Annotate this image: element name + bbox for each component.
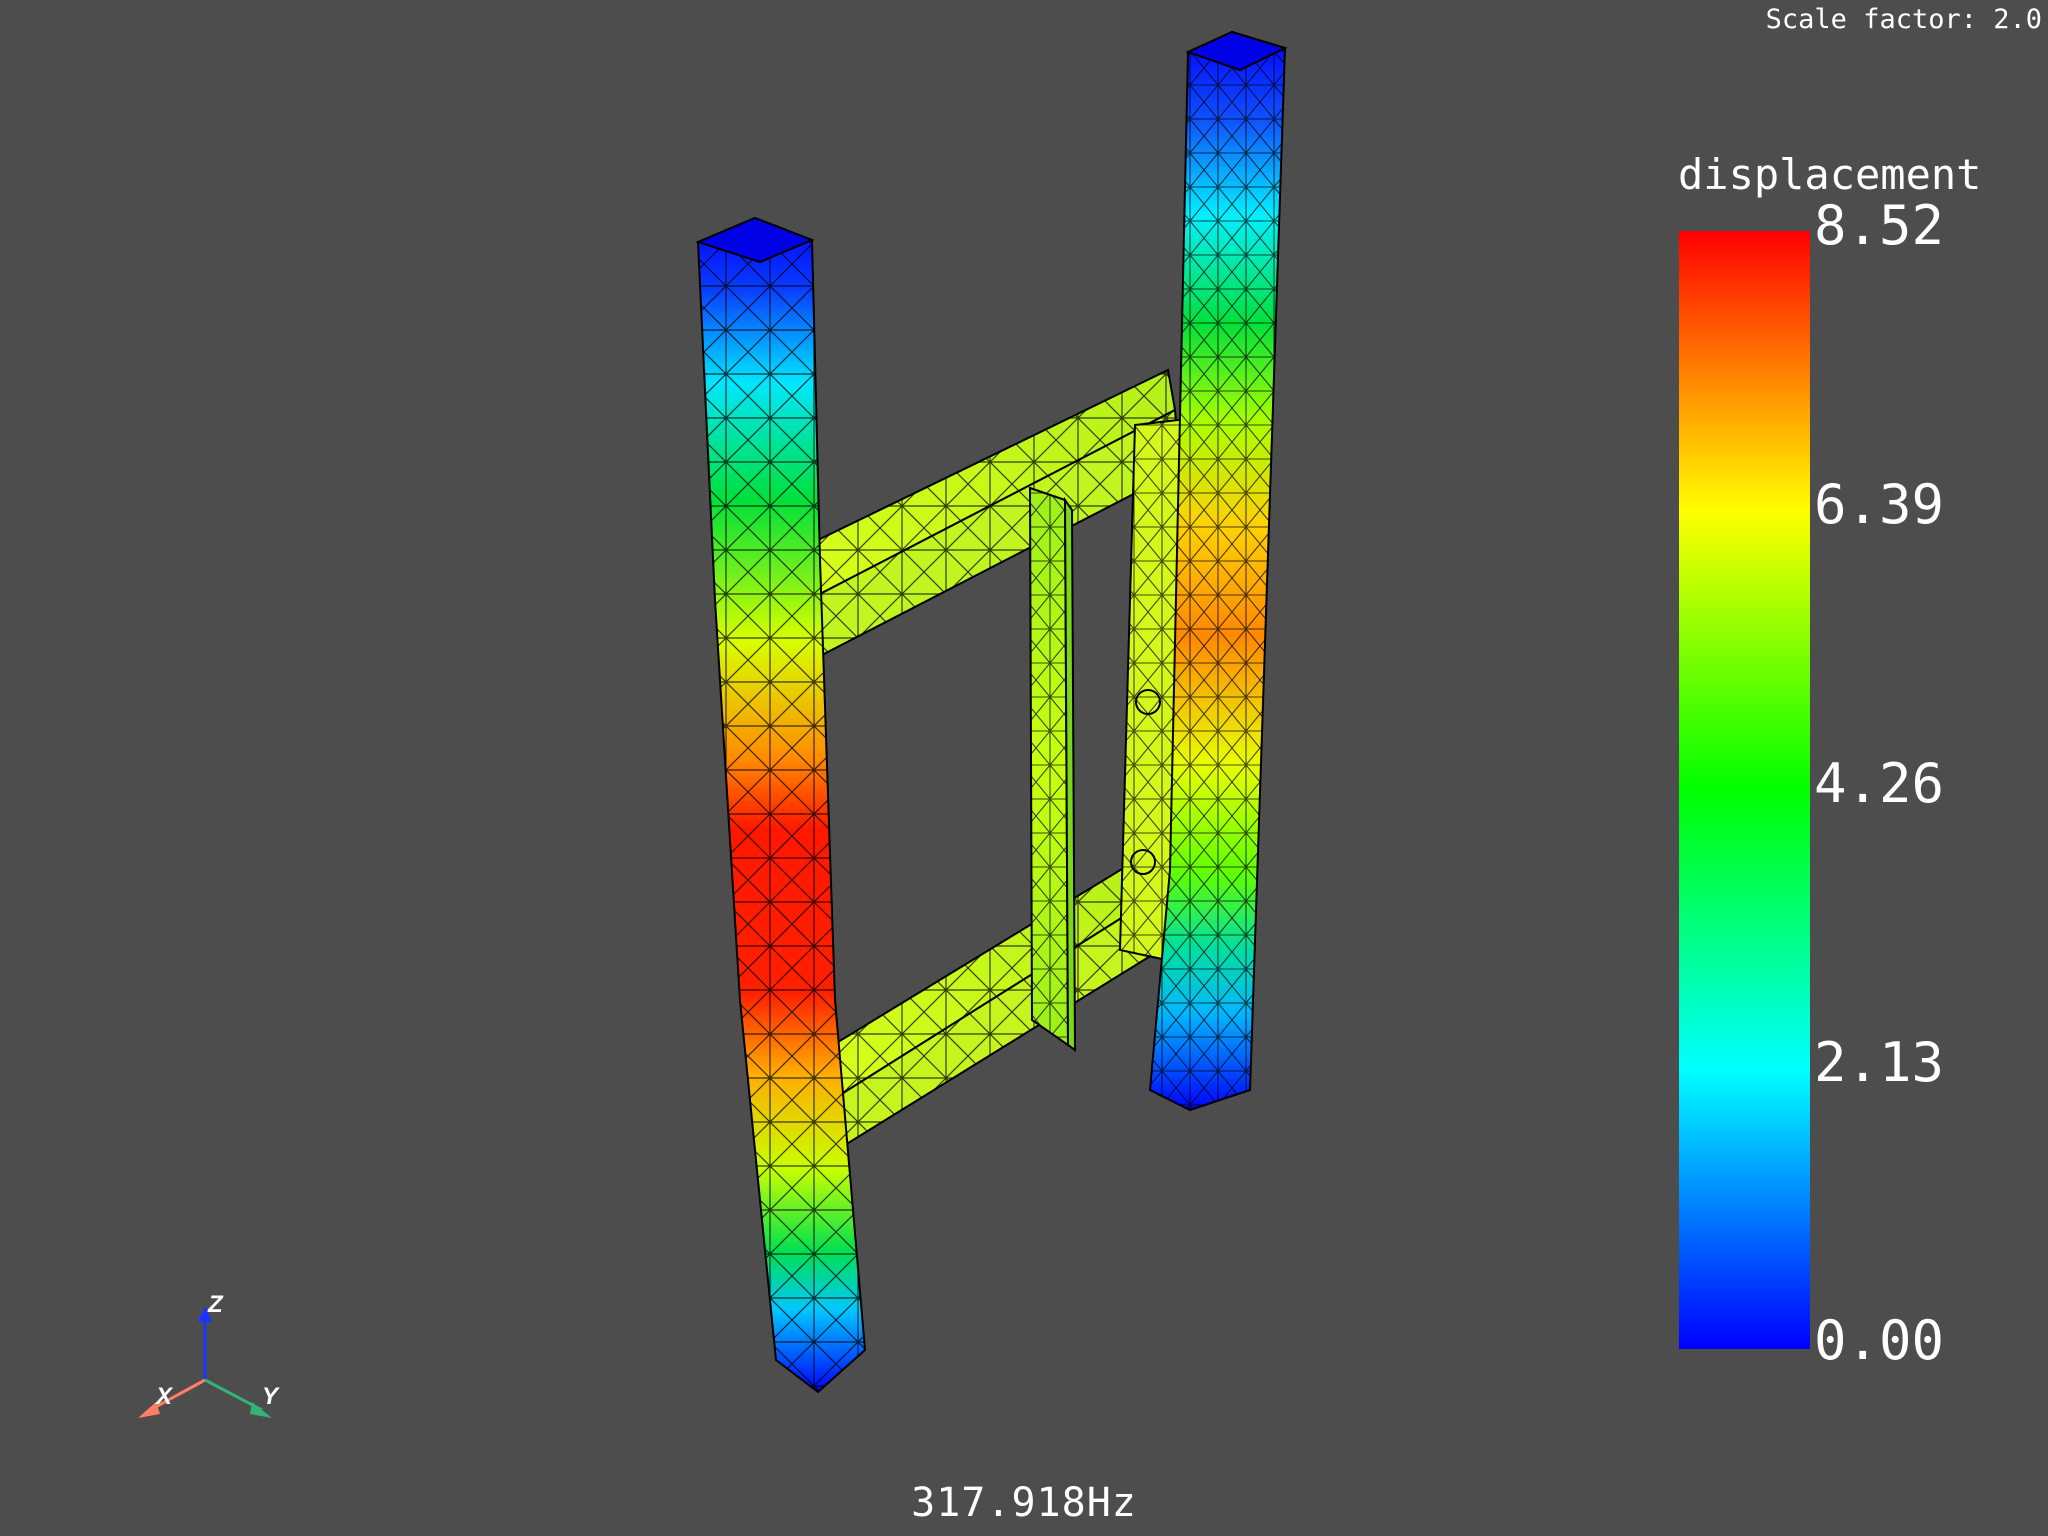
colorbar-tick-label: 0.00 [1814,1309,1945,1372]
orientation-axes-widget: Z X Y [138,1291,280,1418]
scale-factor-label: Scale factor: 2.0 [1765,4,2042,35]
colorbar-tick-label: 8.52 [1814,194,1945,257]
colorbar-tick-label: 6.39 [1814,473,1945,536]
frequency-label: 317.918Hz [911,1480,1137,1526]
lower-crossbeam [836,853,1154,1147]
colorbar-tick-label: 4.26 [1814,752,1945,815]
inner-bracket [1028,486,1077,1052]
colorbar-tick-label: 2.13 [1814,1031,1945,1094]
x-axis-label: X [154,1383,174,1410]
colorbar-gradient [1679,231,1810,1349]
y-axis-label: Y [262,1383,280,1410]
z-axis-label: Z [207,1291,224,1318]
left-vertical-post [695,216,867,1394]
upper-crossbeam [816,368,1182,657]
colorbar-title: displacement [1678,150,1982,199]
